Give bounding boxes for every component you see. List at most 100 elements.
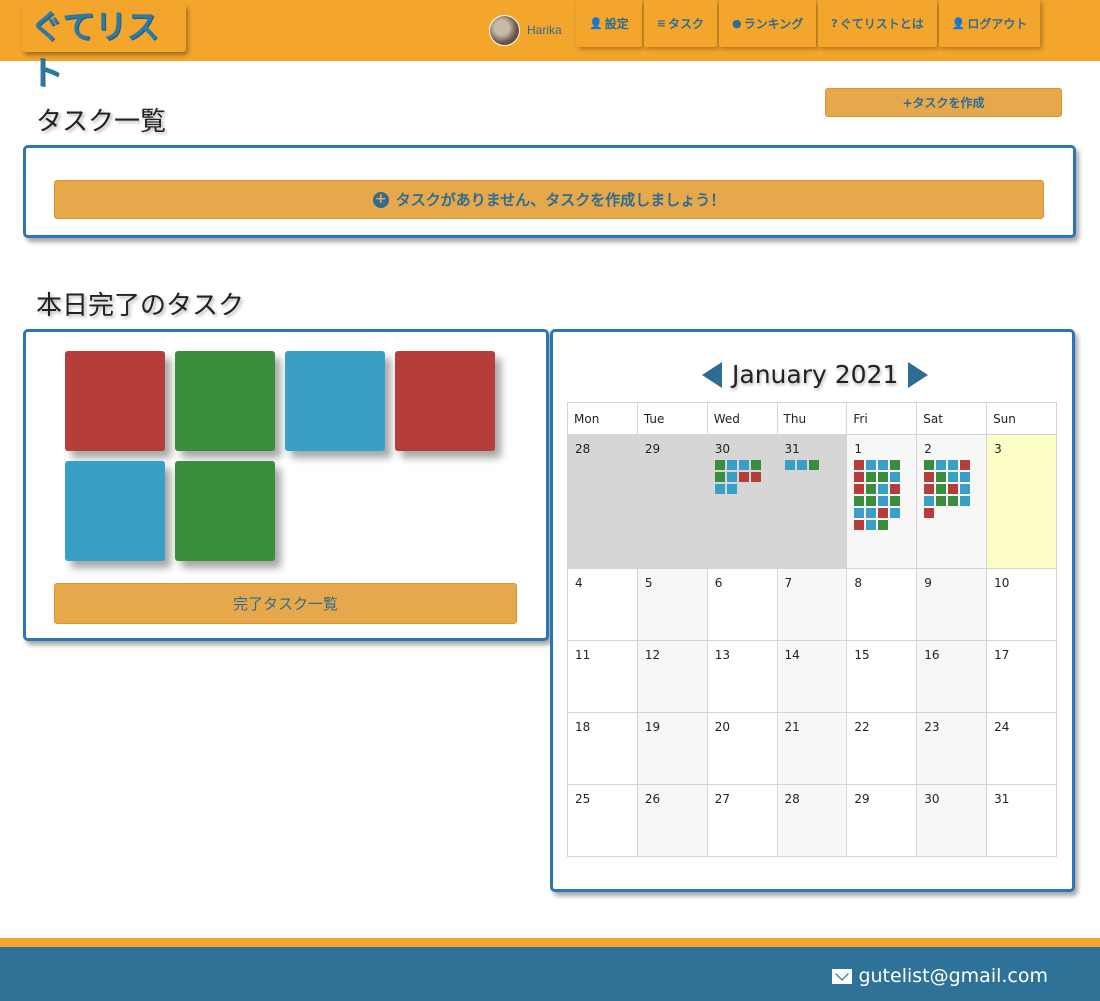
create-task-button[interactable]: +タスクを作成 (825, 88, 1062, 117)
task-mark (878, 484, 889, 494)
calendar-day-cell[interactable]: 2 (916, 434, 988, 569)
day-number: 29 (644, 442, 661, 456)
calendar-day-cell[interactable]: 22 (846, 712, 918, 785)
calendar-day-cell[interactable]: 12 (636, 640, 708, 713)
day-number: 16 (924, 648, 940, 662)
nav-about-label: ぐてリストとは (839, 17, 924, 31)
calendar-day-cell[interactable]: 15 (846, 640, 918, 713)
task-mark (854, 496, 865, 506)
calendar-header: January 2021 (702, 360, 929, 389)
envelope-icon (832, 968, 853, 984)
calendar-day-cell[interactable]: 4 (567, 568, 638, 641)
task-list-title: タスク一覧 (36, 107, 167, 137)
calendar-day-cell[interactable]: 30 (916, 784, 988, 857)
task-mark (960, 484, 971, 494)
calendar-day-cell[interactable]: 24 (986, 712, 1057, 785)
calendar-day-cell[interactable]: 5 (636, 568, 708, 641)
completed-list-button[interactable]: 完了タスク一覧 (54, 583, 517, 624)
task-mark (808, 460, 819, 470)
day-number: 19 (644, 720, 661, 734)
completed-task-tile[interactable] (395, 351, 495, 451)
completed-task-tile[interactable] (65, 461, 165, 561)
completed-task-tile[interactable] (285, 351, 385, 451)
next-month-icon[interactable] (908, 361, 929, 388)
calendar-day-cell[interactable]: 28 (567, 434, 638, 569)
user-logout-icon: 👤 (951, 17, 966, 30)
calendar-day-cell[interactable]: 25 (567, 784, 638, 857)
task-mark (924, 484, 935, 494)
task-mark (960, 460, 971, 470)
calendar-day-cell[interactable]: 20 (706, 712, 778, 785)
contact-email-text: gutelist@gmail.com (858, 965, 1048, 987)
day-number: 18 (575, 720, 591, 734)
empty-task-message[interactable]: + タスクがありません、タスクを作成しましょう！ (54, 180, 1044, 219)
calendar-day-cell[interactable]: 16 (916, 640, 988, 713)
task-mark (878, 496, 889, 506)
task-mark (890, 472, 901, 482)
task-mark (960, 496, 971, 506)
prev-month-icon[interactable] (702, 361, 722, 388)
calendar-day-cell[interactable]: 29 (846, 784, 918, 857)
calendar-day-cell[interactable]: 21 (776, 712, 848, 785)
day-number: 24 (994, 720, 1010, 734)
task-mark (714, 484, 725, 494)
calendar-day-cell[interactable]: 8 (846, 568, 918, 641)
task-mark (854, 520, 865, 530)
calendar-day-cell[interactable]: 13 (706, 640, 778, 713)
calendar-day-cell[interactable]: 3 (986, 434, 1057, 569)
task-mark (948, 460, 959, 470)
weekday-header: Sat (916, 402, 988, 435)
main-nav: 👤 設定 ≡ タスク ● ランキング ? ぐてリストとは 👤 ログアウト (576, 0, 1042, 47)
calendar-day-cell[interactable]: 27 (706, 784, 778, 857)
day-number: 31 (784, 442, 800, 456)
calendar-day-cell[interactable]: 30 (706, 434, 778, 569)
day-number: 22 (854, 720, 870, 734)
calendar-day-cell[interactable]: 31 (776, 434, 848, 569)
day-number: 28 (575, 442, 591, 456)
app-logo[interactable]: ぐてリスト (22, 4, 186, 92)
day-number: 10 (994, 576, 1010, 590)
nav-logout-label: ログアウト (967, 17, 1028, 31)
calendar-day-cell[interactable]: 29 (636, 434, 708, 569)
task-mark (726, 460, 737, 470)
calendar-day-cell[interactable]: 23 (916, 712, 988, 785)
day-number: 21 (784, 720, 800, 734)
task-marks (714, 460, 765, 496)
calendar-day-cell[interactable]: 1 (846, 434, 918, 569)
nav-settings-label: 設定 (604, 17, 629, 31)
top-navbar: ぐてリスト Harika 👤 設定 ≡ タスク ● ランキング ? ぐてリストとは 👤 ロ… (0, 0, 1100, 92)
calendar-day-cell[interactable]: 11 (567, 640, 638, 713)
task-mark (924, 496, 935, 506)
day-number: 2 (924, 442, 932, 456)
calendar-day-cell[interactable]: 26 (636, 784, 708, 857)
calendar-day-cell[interactable]: 28 (776, 784, 848, 857)
user-name[interactable]: Harika (527, 23, 562, 37)
nav-about[interactable]: ? ぐてリストとは (818, 0, 937, 47)
weekday-header: Thu (776, 402, 848, 435)
calendar-day-cell[interactable]: 9 (916, 568, 988, 641)
task-mark (878, 508, 889, 518)
calendar-day-cell[interactable]: 19 (636, 712, 708, 785)
weekday-header: Mon (567, 402, 638, 435)
day-number: 1 (854, 442, 863, 456)
calendar-day-cell[interactable]: 7 (776, 568, 848, 641)
calendar-day-cell[interactable]: 10 (986, 568, 1057, 641)
day-number: 15 (854, 648, 870, 662)
nav-ranking[interactable]: ● ランキング (718, 0, 817, 47)
calendar-day-cell[interactable]: 14 (776, 640, 848, 713)
contact-email[interactable]: gutelist@gmail.com (832, 965, 1048, 987)
user-avatar[interactable] (489, 14, 520, 46)
calendar-day-cell[interactable]: 6 (706, 568, 778, 641)
task-marks (784, 460, 835, 472)
calendar-day-cell[interactable]: 17 (986, 640, 1057, 713)
completed-task-tile[interactable] (65, 351, 165, 451)
calendar-day-cell[interactable]: 31 (986, 784, 1057, 857)
nav-tasks[interactable]: ≡ タスク (643, 0, 717, 47)
nav-settings[interactable]: 👤 設定 (576, 0, 642, 47)
completed-task-tile[interactable] (175, 461, 275, 561)
completed-task-tile[interactable] (175, 351, 275, 451)
task-mark (784, 460, 795, 470)
calendar-day-cell[interactable]: 18 (567, 712, 638, 785)
user-profile[interactable]: Harika (489, 14, 562, 46)
nav-logout[interactable]: 👤 ログアウト (938, 0, 1041, 47)
